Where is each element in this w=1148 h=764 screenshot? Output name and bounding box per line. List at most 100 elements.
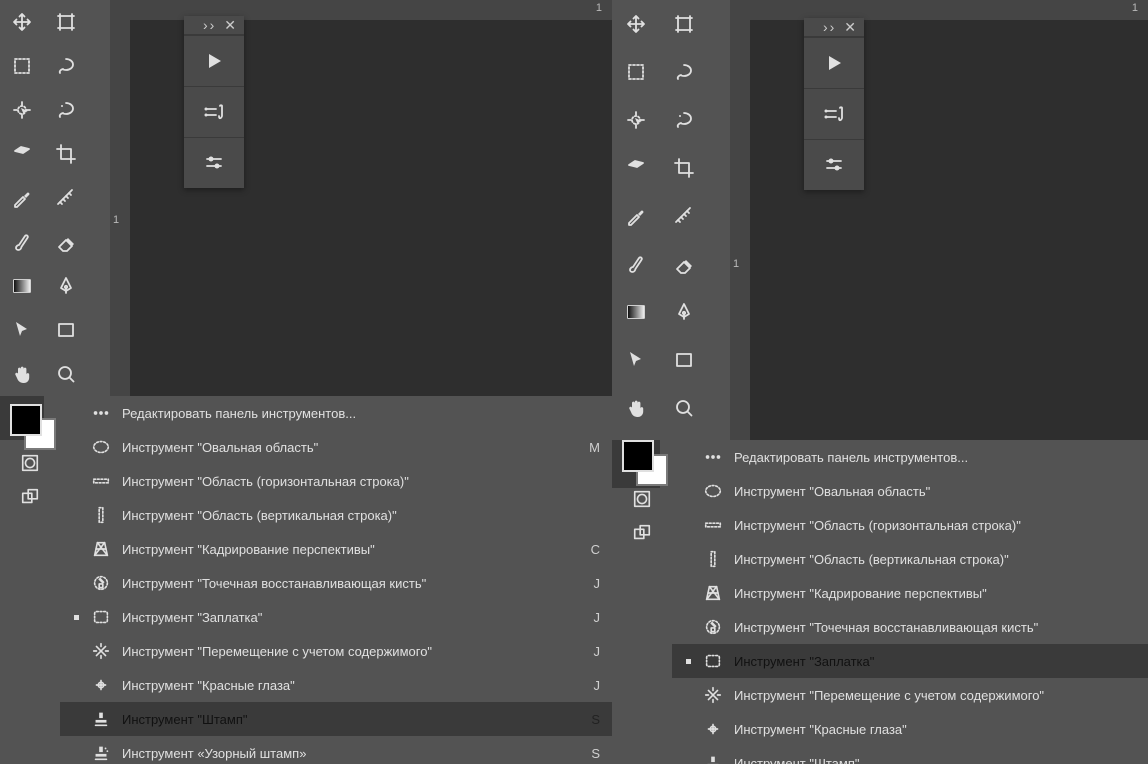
menu-item[interactable]: Инструмент "Кадрирование перспективы" — [672, 576, 1148, 610]
dots-icon — [90, 402, 112, 424]
menu-item-label: Инструмент «Узорный штамп» — [122, 746, 566, 761]
menu-item[interactable]: Инструмент "Перемещение с учетом содержи… — [60, 634, 612, 668]
tool-crop[interactable] — [660, 144, 708, 192]
menu-item[interactable]: Инструмент "Красные глаза"J — [60, 668, 612, 702]
tool-ruler-tool[interactable] — [660, 192, 708, 240]
screen-mode-button[interactable] — [8, 480, 52, 514]
menu-item[interactable]: Инструмент "Штамп" — [672, 746, 1148, 764]
actions-panel[interactable]: ›› ✕ — [804, 18, 864, 190]
actions-panel[interactable]: ›› ✕ — [184, 16, 244, 188]
panel-brush[interactable] — [184, 86, 244, 137]
ellipse-sel-icon — [90, 436, 112, 458]
close-icon[interactable]: ✕ — [844, 19, 856, 36]
menu-item-label: Инструмент "Красные глаза" — [122, 678, 566, 693]
ruler-tick: 1 — [113, 214, 119, 226]
menu-item-label: Инструмент "Перемещение с учетом содержи… — [734, 688, 1102, 703]
tool-cursor[interactable] — [0, 308, 44, 352]
menu-item[interactable]: Редактировать панель инструментов... — [60, 396, 612, 430]
tool-lasso[interactable] — [660, 48, 708, 96]
menu-item-label: Инструмент "Заплатка" — [122, 610, 566, 625]
menu-item-shortcut: M — [576, 440, 600, 455]
tool-lasso[interactable] — [44, 44, 88, 88]
tool-rect-marquee[interactable] — [0, 44, 44, 88]
col-sel-icon — [702, 548, 724, 570]
menu-item[interactable]: Инструмент "Заплатка" — [672, 644, 1148, 678]
tool-eraser[interactable] — [44, 220, 88, 264]
tool-eraser-strip[interactable] — [0, 132, 44, 176]
menu-item-label: Инструмент "Штамп" — [734, 756, 1102, 764]
persp-crop-icon — [702, 582, 724, 604]
menu-item-label: Инструмент "Заплатка" — [734, 654, 1102, 669]
tool-hand[interactable] — [0, 352, 44, 396]
menu-item[interactable]: Инструмент "Область (горизонтальная стро… — [672, 508, 1148, 542]
quick-mask-button[interactable] — [8, 446, 52, 480]
menu-item[interactable]: Инструмент "Точечная восстанавливающая к… — [60, 566, 612, 600]
menu-item-label: Инструмент "Область (вертикальная строка… — [122, 508, 566, 523]
ruler-tick: 1 — [1132, 2, 1138, 14]
tool-eraser[interactable] — [660, 240, 708, 288]
menu-item-label: Инструмент "Овальная область" — [122, 440, 566, 455]
tool-zoom[interactable] — [44, 352, 88, 396]
menu-item-label: Инструмент "Кадрирование перспективы" — [734, 586, 1102, 601]
tool-pen[interactable] — [660, 288, 708, 336]
menu-item[interactable]: Инструмент "Красные глаза" — [672, 712, 1148, 746]
tool-hand[interactable] — [612, 384, 660, 432]
tool-gradient[interactable] — [612, 288, 660, 336]
menu-item[interactable]: Редактировать панель инструментов... — [672, 440, 1148, 474]
tool-brush[interactable] — [0, 220, 44, 264]
tool-pen[interactable] — [44, 264, 88, 308]
tool-rect-marquee[interactable] — [612, 48, 660, 96]
menu-item[interactable]: Инструмент "Штамп"S — [60, 702, 612, 736]
ellipse-sel-icon — [702, 480, 724, 502]
tool-quick-select[interactable] — [0, 88, 44, 132]
menu-item-shortcut: C — [576, 542, 600, 557]
tool-move[interactable] — [0, 0, 44, 44]
red-eye-icon — [702, 718, 724, 740]
panel-brush[interactable] — [804, 88, 864, 139]
menu-item-label: Инструмент "Область (горизонтальная стро… — [734, 518, 1102, 533]
menu-item-label: Инструмент "Перемещение с учетом содержи… — [122, 644, 566, 659]
panel-play[interactable] — [184, 35, 244, 86]
menu-item[interactable]: Инструмент "Перемещение с учетом содержи… — [672, 678, 1148, 712]
collapse-icon[interactable]: ›› — [203, 17, 216, 33]
menu-item[interactable]: Инструмент "Область (вертикальная строка… — [672, 542, 1148, 576]
tool-quick-select[interactable] — [612, 96, 660, 144]
menu-item[interactable]: Инструмент "Заплатка"J — [60, 600, 612, 634]
menu-item[interactable]: Инструмент "Овальная область" — [672, 474, 1148, 508]
menu-item[interactable]: Инструмент "Точечная восстанавливающая к… — [672, 610, 1148, 644]
panel-sliders[interactable] — [804, 139, 864, 190]
tool-brush[interactable] — [612, 240, 660, 288]
row-sel-icon — [90, 470, 112, 492]
panel-grip[interactable]: ›› ✕ — [184, 16, 244, 35]
screen-mode-button[interactable] — [620, 516, 664, 550]
row-sel-icon — [702, 514, 724, 536]
tool-gradient[interactable] — [0, 264, 44, 308]
menu-item[interactable]: Инструмент "Кадрирование перспективы"C — [60, 532, 612, 566]
tool-ruler-tool[interactable] — [44, 176, 88, 220]
tool-artboard[interactable] — [44, 0, 88, 44]
tool-crop[interactable] — [44, 132, 88, 176]
tool-magic-lasso[interactable] — [44, 88, 88, 132]
left-pane: 1 1 ›› ✕ Редактировать панель инструмент… — [0, 0, 612, 764]
spot-heal-icon — [702, 616, 724, 638]
tool-eyedropper[interactable] — [0, 176, 44, 220]
tool-cursor[interactable] — [612, 336, 660, 384]
panel-play[interactable] — [804, 37, 864, 88]
tool-eyedropper[interactable] — [612, 192, 660, 240]
menu-item[interactable]: Инструмент "Овальная область" M — [60, 430, 612, 464]
tool-zoom[interactable] — [660, 384, 708, 432]
tool-move[interactable] — [612, 0, 660, 48]
close-icon[interactable]: ✕ — [224, 17, 236, 34]
panel-sliders[interactable] — [184, 137, 244, 188]
menu-item[interactable]: Инструмент "Область (горизонтальная стро… — [60, 464, 612, 498]
panel-grip[interactable]: ›› ✕ — [804, 18, 864, 37]
tool-rectangle[interactable] — [660, 336, 708, 384]
collapse-icon[interactable]: ›› — [823, 19, 836, 35]
tool-magic-lasso[interactable] — [660, 96, 708, 144]
tool-eraser-strip[interactable] — [612, 144, 660, 192]
patch-icon — [702, 650, 724, 672]
tool-artboard[interactable] — [660, 0, 708, 48]
tool-rectangle[interactable] — [44, 308, 88, 352]
menu-item[interactable]: Инструмент "Область (вертикальная строка… — [60, 498, 612, 532]
menu-item[interactable]: Инструмент «Узорный штамп»S — [60, 736, 612, 764]
